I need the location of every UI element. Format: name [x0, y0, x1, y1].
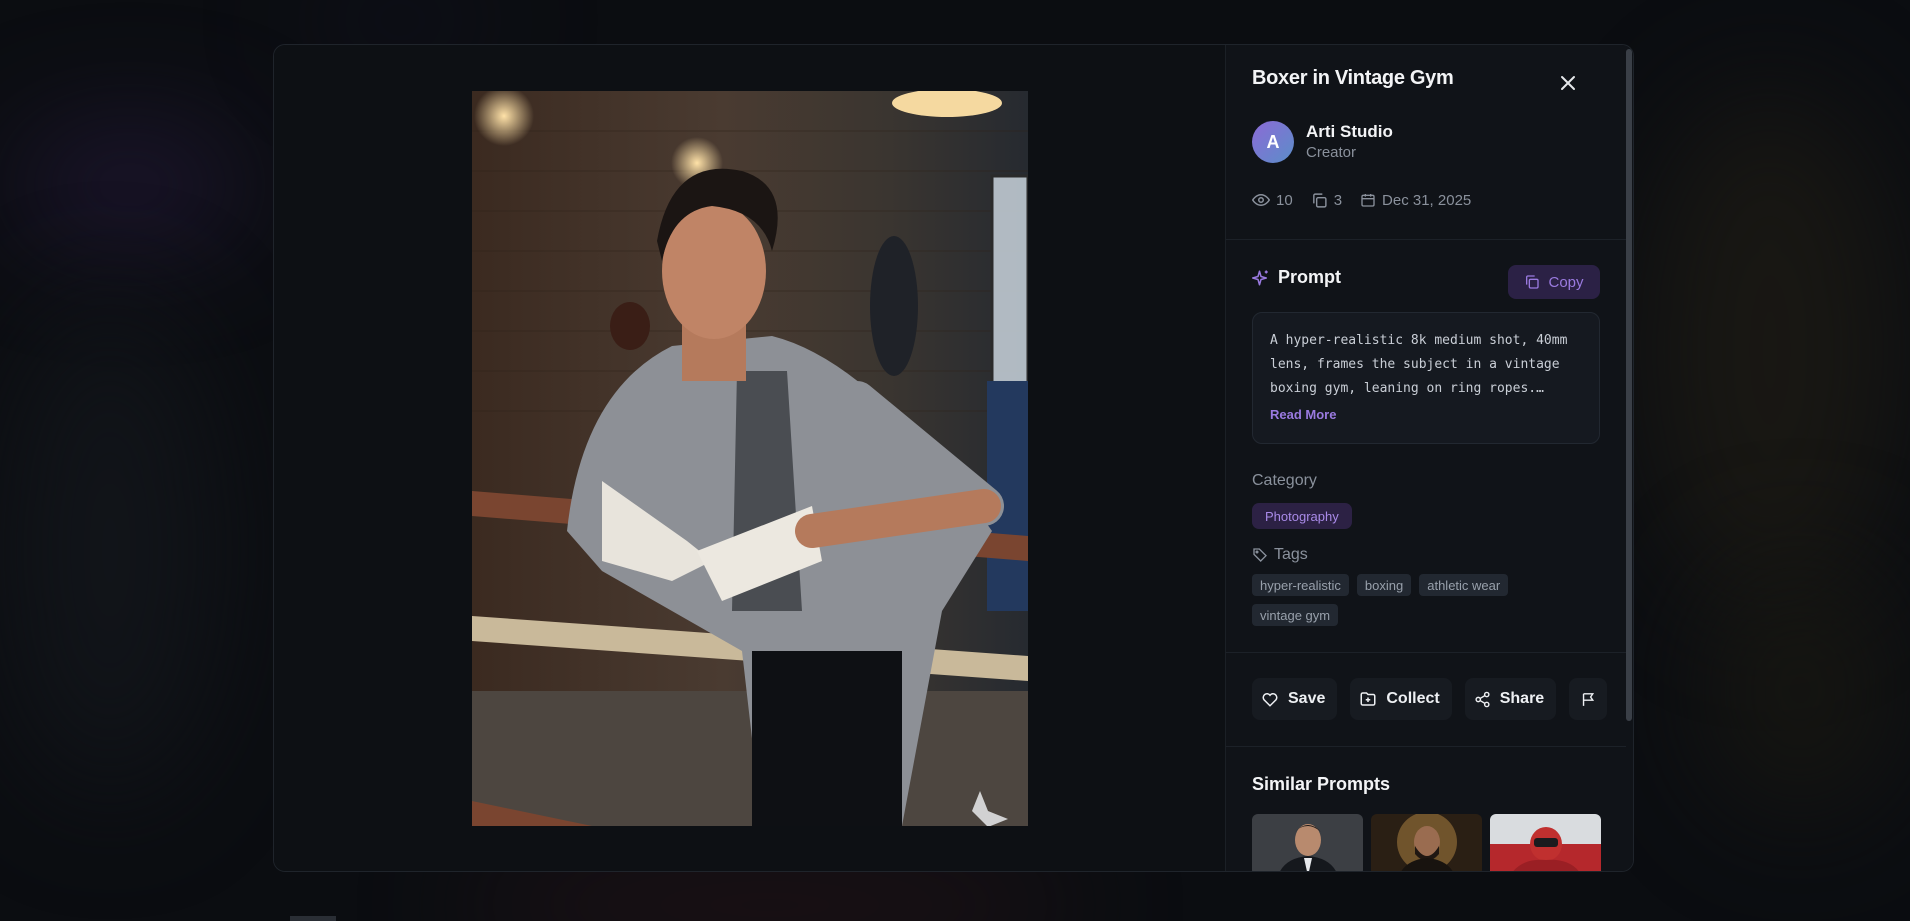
collect-label: Collect — [1386, 690, 1440, 707]
share-button[interactable]: Share — [1464, 678, 1557, 720]
similar-prompt-thumbnail[interactable] — [1371, 814, 1482, 871]
similar-prompts-list — [1252, 814, 1609, 871]
prompt-text: A hyper-realistic 8k medium shot, 40mm l… — [1270, 333, 1568, 396]
panel-scrollbar[interactable] — [1626, 49, 1632, 721]
calendar-icon — [1361, 194, 1375, 207]
date-stat: Dec 31, 2025 — [1360, 192, 1471, 209]
views-count: 10 — [1276, 191, 1293, 209]
tag-chip[interactable]: athletic wear — [1419, 574, 1509, 596]
avatar[interactable]: A — [1252, 121, 1294, 163]
stats-row: 10 3 Dec 31, 2025 — [1252, 191, 1489, 209]
heart-icon — [1262, 693, 1278, 707]
copy-prompt-button[interactable]: Copy — [1508, 265, 1600, 299]
creator-role: Creator — [1306, 144, 1357, 161]
prompt-detail-modal: Boxer in Vintage Gym A Arti Studio Creat… — [273, 44, 1634, 872]
views-stat: 10 — [1252, 191, 1293, 209]
similar-prompt-thumbnail[interactable] — [1490, 814, 1601, 871]
sparkle-icon — [1252, 270, 1268, 285]
prompt-box: A hyper-realistic 8k medium shot, 40mm l… — [1252, 312, 1600, 444]
creator-info[interactable]: A Arti Studio Creator — [1252, 121, 1393, 163]
similar-prompts-title: Similar Prompts — [1252, 774, 1391, 794]
read-more-link[interactable]: Read More — [1270, 407, 1583, 422]
share-icon — [1475, 691, 1490, 707]
divider — [1226, 746, 1626, 747]
prompt-header: Prompt — [1252, 267, 1341, 288]
tag-chip[interactable]: hyper-realistic — [1252, 574, 1349, 596]
save-button[interactable]: Save — [1252, 678, 1338, 720]
flag-icon — [1582, 692, 1594, 706]
copies-stat: 3 — [1311, 192, 1342, 209]
image-preview-pane — [274, 45, 1225, 871]
eye-icon — [1252, 193, 1270, 207]
copy-icon — [1312, 192, 1327, 208]
folder-plus-icon — [1360, 692, 1376, 706]
created-date: Dec 31, 2025 — [1382, 191, 1472, 209]
tag-list: hyper-realistic boxing athletic wear vin… — [1252, 574, 1602, 634]
prompt-title: Boxer in Vintage Gym — [1252, 67, 1454, 89]
category-label: Category — [1252, 472, 1317, 489]
report-button[interactable] — [1569, 678, 1608, 720]
preview-image — [472, 91, 1028, 826]
close-button[interactable] — [1554, 69, 1582, 97]
copy-label: Copy — [1548, 273, 1584, 291]
save-label: Save — [1288, 690, 1326, 707]
collect-button[interactable]: Collect — [1350, 678, 1452, 720]
creator-name[interactable]: Arti Studio — [1306, 121, 1393, 142]
tag-icon — [1253, 548, 1267, 562]
tag-chip[interactable]: vintage gym — [1252, 604, 1339, 626]
similar-prompt-thumbnail[interactable] — [1252, 814, 1363, 871]
share-label: Share — [1499, 690, 1545, 707]
tags-label: Tags — [1252, 546, 1308, 564]
tags-label-text: Tags — [1274, 546, 1308, 563]
category-chip[interactable]: Photography — [1252, 503, 1352, 529]
action-bar: Save Collect Share — [1252, 678, 1608, 720]
close-icon — [1561, 76, 1575, 90]
copy-icon — [1526, 275, 1540, 289]
divider — [1226, 239, 1626, 240]
copies-count: 3 — [1333, 191, 1343, 209]
prompt-label: Prompt — [1278, 267, 1341, 287]
tag-chip[interactable]: boxing — [1356, 574, 1412, 596]
details-panel: Boxer in Vintage Gym A Arti Studio Creat… — [1225, 45, 1633, 871]
divider — [1226, 652, 1626, 653]
